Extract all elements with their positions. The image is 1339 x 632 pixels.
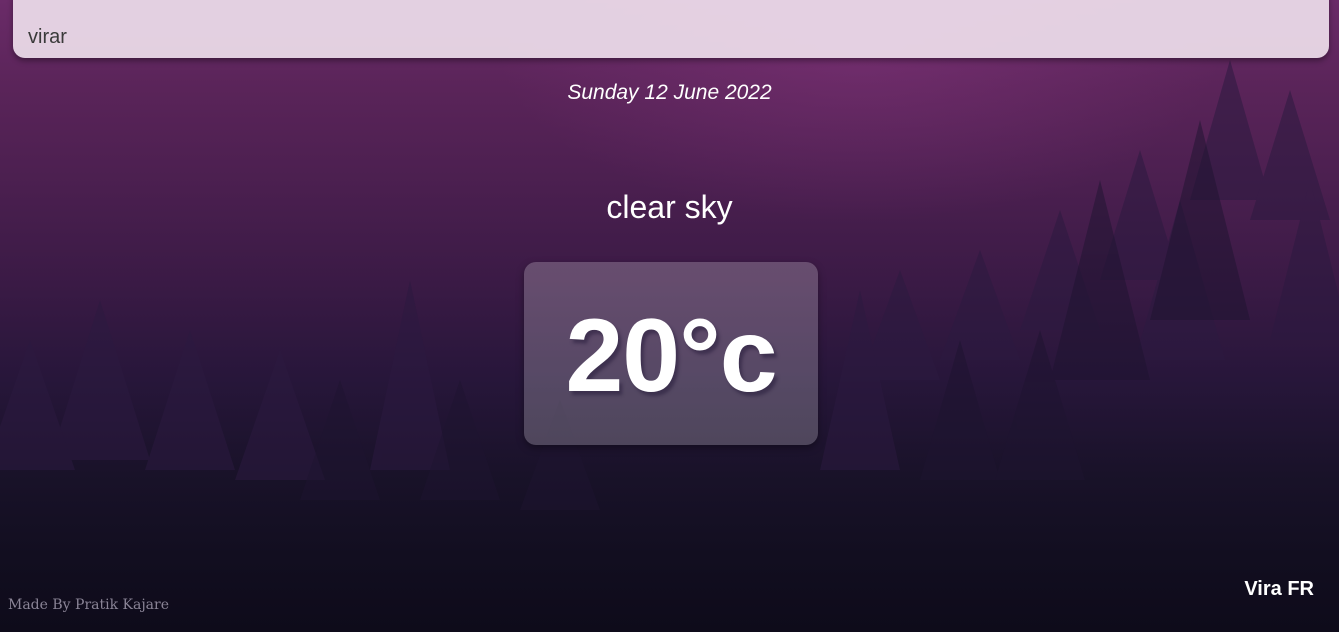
location-label: Vira FR	[1244, 578, 1314, 600]
footer-credit: Made By Pratik Kajare	[8, 597, 169, 613]
temperature-card: 20°c	[524, 262, 818, 445]
weather-condition: clear sky	[606, 189, 733, 225]
search-bar[interactable]	[13, 0, 1329, 58]
current-date: Sunday 12 June 2022	[567, 81, 772, 104]
temperature-value: 20°c	[565, 298, 777, 414]
city-search-input[interactable]	[13, 0, 1329, 58]
